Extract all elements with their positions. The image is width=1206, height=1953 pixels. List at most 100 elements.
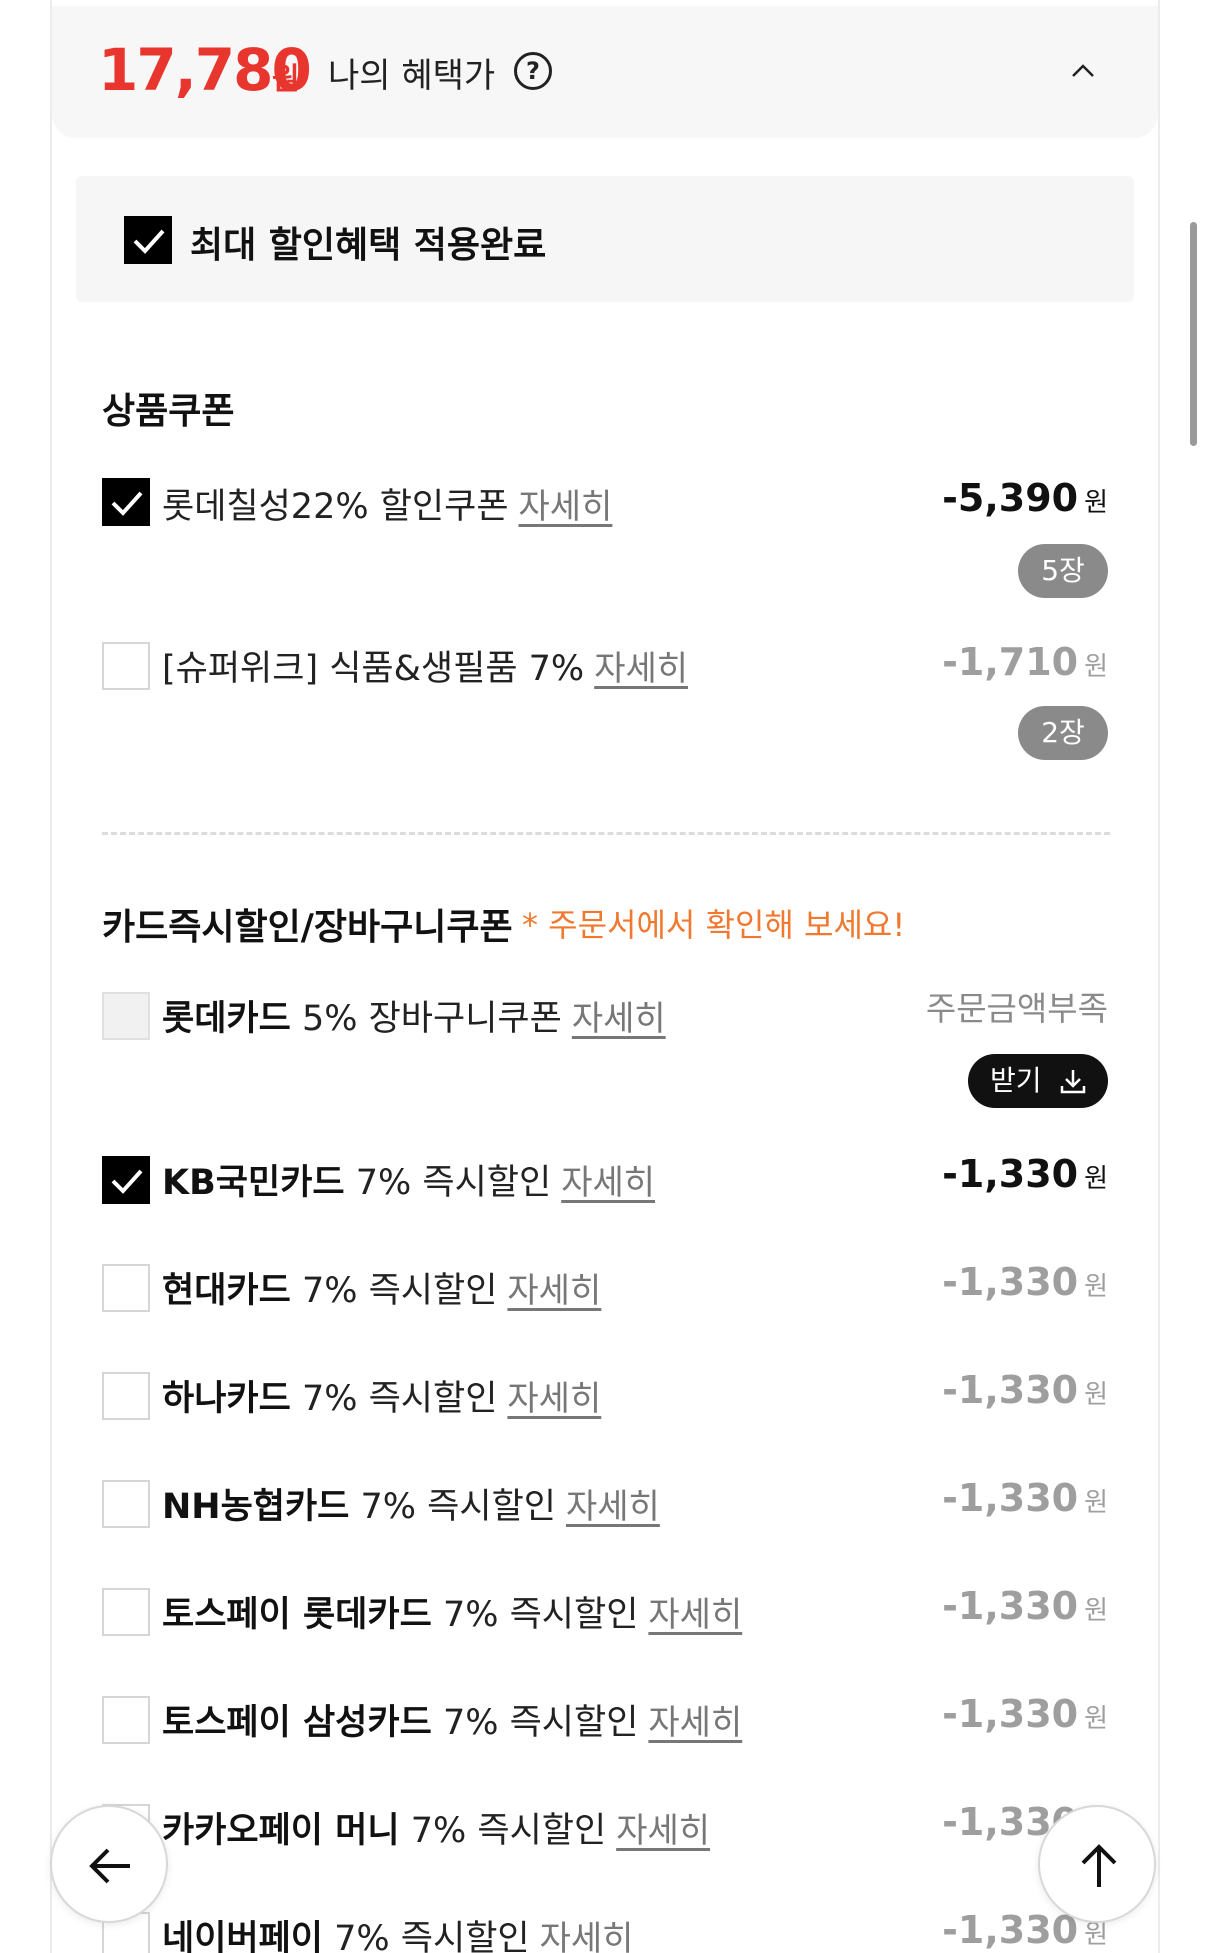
coupon-checkbox-superweek[interactable] <box>102 642 150 690</box>
card-amount-value: -1,330 <box>942 1368 1079 1412</box>
coupon-detail-link[interactable]: 자세히 <box>594 649 688 689</box>
coupon-amount: -1,710 원 <box>942 640 1108 684</box>
max-discount-checkbox[interactable] <box>124 216 172 264</box>
benefit-price-label: 나의 혜택가 <box>328 56 496 96</box>
scrollbar[interactable] <box>1190 222 1197 446</box>
card-amount-value: -1,330 <box>942 1584 1079 1628</box>
card-name: NH농협카드 <box>162 1487 350 1527</box>
card-checkbox-tosspay-lotte[interactable] <box>102 1588 150 1636</box>
coupon-row-label: [슈퍼위크] 식품&생필품 7% 자세히 <box>162 640 688 691</box>
card-row-label: KB국민카드 7% 즉시할인 자세히 <box>162 1154 655 1205</box>
card-detail-link[interactable]: 자세히 <box>566 1487 660 1527</box>
card-name: KB국민카드 <box>162 1163 345 1203</box>
card-detail-link[interactable]: 자세히 <box>616 1811 710 1851</box>
card-name: 현대카드 <box>162 1271 291 1311</box>
card-amount-value: -1,330 <box>942 1476 1079 1520</box>
coupon-amount: -5,390 원 <box>942 476 1108 520</box>
benefit-price-unit: 원 <box>272 62 300 97</box>
card-checkbox-hana[interactable] <box>102 1372 150 1420</box>
card-amount-unit: 원 <box>1084 1488 1108 1518</box>
scroll-top-button[interactable] <box>1038 1805 1156 1923</box>
product-coupon-section-title: 상품쿠폰 <box>102 391 235 432</box>
card-name: 하나카드 <box>162 1379 291 1419</box>
card-name: 네이버페이 <box>162 1919 324 1953</box>
card-detail-link[interactable]: 자세히 <box>540 1919 634 1953</box>
card-discount-section-title: 카드즉시할인/장바구니쿠폰 <box>102 907 513 948</box>
card-discount-note: * 주문서에서 확인해 보세요! <box>522 906 906 944</box>
cart-coupon-card-name: 롯데카드 <box>162 999 291 1039</box>
card-amount: -1,330원 <box>942 1476 1108 1520</box>
card-amount-value: -1,330 <box>942 1152 1079 1196</box>
card-amount-unit: 원 <box>1084 1704 1108 1734</box>
card-checkbox-tosspay-samsung[interactable] <box>102 1696 150 1744</box>
card-row-label: 현대카드 7% 즉시할인 자세히 <box>162 1262 601 1313</box>
cart-coupon-label: 롯데카드 5% 장바구니쿠폰 자세히 <box>162 990 666 1041</box>
question-circle-icon[interactable]: ? <box>514 52 552 90</box>
card-name: 카카오페이 머니 <box>162 1811 400 1851</box>
card-row-label: 토스페이 롯데카드 7% 즉시할인 자세히 <box>162 1586 742 1637</box>
card-amount: -1,330원 <box>942 1584 1108 1628</box>
download-icon <box>1060 1070 1086 1094</box>
cart-coupon-detail-link[interactable]: 자세히 <box>572 999 666 1039</box>
check-icon <box>111 1169 143 1194</box>
card-amount-value: -1,330 <box>942 1908 1079 1952</box>
coupon-name: [슈퍼위크] 식품&생필품 7% <box>162 649 585 689</box>
card-amount-unit: 원 <box>1084 1164 1108 1194</box>
card-checkbox-kb[interactable] <box>102 1156 150 1204</box>
coupon-checkbox-lotte-chilsung[interactable] <box>102 478 150 526</box>
card-discount-desc: 7% 즉시할인 <box>301 1379 498 1419</box>
coupon-quantity-badge: 2장 <box>1018 706 1108 760</box>
max-discount-applied-box: 최대 할인혜택 적용완료 <box>76 176 1134 302</box>
card-amount-unit: 원 <box>1084 1380 1108 1410</box>
chevron-up-icon[interactable] <box>1070 58 1096 84</box>
section-divider <box>102 832 1110 835</box>
card-detail-link[interactable]: 자세히 <box>648 1595 742 1635</box>
card-discount-desc: 7% 즉시할인 <box>355 1163 552 1203</box>
card-discount-desc: 7% 즉시할인 <box>301 1271 498 1311</box>
coupon-detail-link[interactable]: 자세히 <box>519 487 613 527</box>
card-amount: -1,330원 <box>942 1368 1108 1412</box>
arrow-left-icon <box>89 1848 130 1884</box>
card-row-label: 카카오페이 머니 7% 즉시할인 자세히 <box>162 1802 710 1853</box>
cart-coupon-checkbox[interactable] <box>102 992 150 1040</box>
card-row-label: 네이버페이 7% 즉시할인 자세히 <box>162 1910 633 1953</box>
card-amount-unit: 원 <box>1084 1272 1108 1302</box>
card-detail-link[interactable]: 자세히 <box>507 1379 601 1419</box>
arrow-up-icon <box>1081 1844 1117 1887</box>
coupon-amount-value: -1,710 <box>942 640 1079 684</box>
card-amount-value: -1,330 <box>942 1692 1079 1736</box>
card-checkbox-hyundai[interactable] <box>102 1264 150 1312</box>
card-detail-link[interactable]: 자세히 <box>561 1163 655 1203</box>
card-discount-desc: 7% 즉시할인 <box>360 1487 556 1527</box>
card-detail-link[interactable]: 자세히 <box>648 1703 742 1743</box>
card-amount-unit: 원 <box>1084 1920 1108 1950</box>
coupon-amount-unit: 원 <box>1084 652 1108 682</box>
back-button[interactable] <box>50 1805 168 1923</box>
receive-coupon-label: 받기 <box>990 1064 1042 1097</box>
receive-coupon-button[interactable]: 받기 <box>968 1054 1108 1108</box>
coupon-row-label: 롯데칠성22% 할인쿠폰 자세히 <box>162 478 612 529</box>
cart-coupon-desc: 5% 장바구니쿠폰 <box>301 999 562 1039</box>
check-icon <box>133 229 165 254</box>
card-amount-unit: 원 <box>1084 1596 1108 1626</box>
benefit-price-header[interactable]: 17,780 원 나의 혜택가 ? <box>52 6 1158 138</box>
card-row-label: NH농협카드 7% 즉시할인 자세히 <box>162 1478 660 1529</box>
card-discount-desc: 7% 즉시할인 <box>410 1811 607 1851</box>
card-checkbox-nh[interactable] <box>102 1480 150 1528</box>
cart-coupon-status: 주문금액부족 <box>925 989 1108 1028</box>
card-discount-desc: 7% 즉시할인 <box>442 1595 639 1635</box>
coupon-amount-unit: 원 <box>1084 488 1108 518</box>
check-icon <box>111 491 143 516</box>
card-amount: -1,330원 <box>942 1692 1108 1736</box>
card-amount: -1,330원 <box>942 1260 1108 1304</box>
card-discount-desc: 7% 즉시할인 <box>442 1703 639 1743</box>
card-row-label: 토스페이 삼성카드 7% 즉시할인 자세히 <box>162 1694 742 1745</box>
card-name: 토스페이 롯데카드 <box>162 1595 432 1635</box>
card-name: 토스페이 삼성카드 <box>162 1703 432 1743</box>
card-detail-link[interactable]: 자세히 <box>507 1271 601 1311</box>
coupon-quantity-badge: 5장 <box>1018 544 1108 598</box>
card-amount-value: -1,330 <box>942 1260 1079 1304</box>
max-discount-applied-label: 최대 할인혜택 적용완료 <box>190 225 547 266</box>
card-row-label: 하나카드 7% 즉시할인 자세히 <box>162 1370 601 1421</box>
card-discount-desc: 7% 즉시할인 <box>334 1919 530 1953</box>
